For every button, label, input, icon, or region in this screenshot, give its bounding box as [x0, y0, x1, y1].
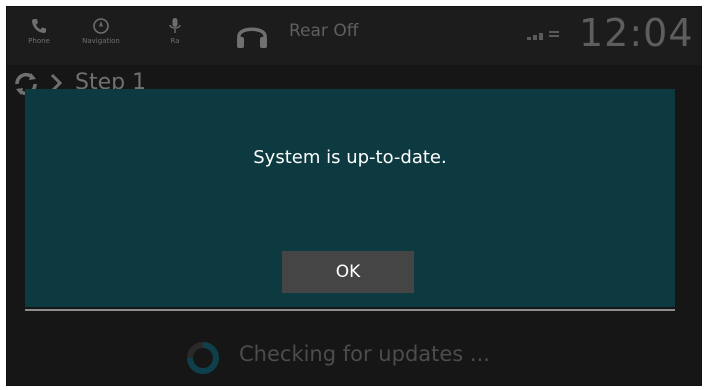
- microphone-shortcut[interactable]: Ra: [155, 17, 195, 45]
- ok-button[interactable]: OK: [282, 251, 414, 293]
- screen: Phone Navigation Ra Rear Off 12:04 Step …: [6, 6, 702, 386]
- signal-icon: [527, 31, 559, 40]
- update-status: Checking for updates ...: [7, 337, 701, 381]
- headphones-icon: [237, 27, 267, 48]
- phone-icon: [32, 19, 46, 33]
- microphone-icon: [169, 18, 181, 33]
- navigation-label: Navigation: [82, 37, 120, 45]
- dialog-message: System is up-to-date.: [253, 147, 447, 168]
- phone-label: Phone: [28, 37, 50, 45]
- clock: 12:04: [579, 11, 694, 55]
- microphone-label: Ra: [170, 37, 180, 45]
- spinner-icon: [187, 342, 219, 374]
- dialog-divider: [25, 309, 675, 311]
- update-dialog: System is up-to-date. OK: [25, 89, 675, 307]
- navigation-shortcut[interactable]: Navigation: [71, 17, 131, 45]
- rear-audio-status[interactable]: Rear Off: [289, 21, 358, 41]
- phone-shortcut[interactable]: Phone: [9, 17, 69, 45]
- checking-updates-text: Checking for updates ...: [239, 342, 490, 366]
- navigation-icon: [93, 18, 109, 34]
- status-bar: Phone Navigation Ra Rear Off 12:04: [7, 7, 701, 65]
